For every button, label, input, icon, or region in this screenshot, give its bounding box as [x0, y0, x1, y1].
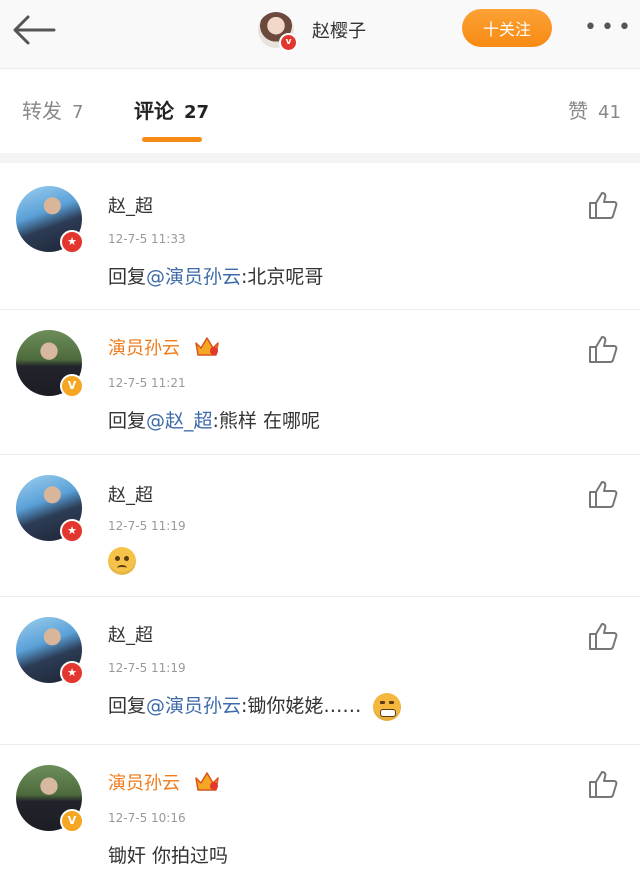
follow-button[interactable]: 十关注 [462, 9, 552, 47]
tab-count: 7 [72, 102, 84, 123]
tab-likes[interactable]: 赞 41 [568, 95, 621, 124]
avatar[interactable]: v [258, 12, 298, 52]
comment-text: 锄奸 你拍过吗 [108, 845, 229, 867]
tab-label: 评论 [134, 99, 174, 123]
crown-vip-icon [194, 772, 219, 791]
mention-link[interactable]: @赵_超 [146, 410, 213, 432]
comment-time: 12-7-5 11:21 [108, 376, 186, 390]
tab-repost[interactable]: 转发 7 [22, 95, 83, 124]
top-bar: v 赵樱子 十关注 ••• [0, 0, 640, 69]
tab-label: 转发 [22, 99, 62, 123]
back-arrow-icon[interactable] [10, 12, 58, 48]
avatar[interactable]: V [16, 330, 84, 398]
comment-time: 12-7-5 11:19 [108, 661, 186, 675]
comment-body: :北京呢哥 [241, 266, 324, 288]
thumb-up-icon[interactable] [587, 479, 619, 509]
verified-badge-icon: v [279, 33, 298, 52]
comment-author[interactable]: 演员孙云 [108, 769, 220, 795]
emoji-grimace-icon [373, 692, 402, 721]
tab-bar: 转发 7 评论 27 赞 41 [0, 69, 640, 163]
thumb-up-icon[interactable] [587, 334, 619, 364]
comment-item: V 演员孙云 12-7-5 10:16 锄奸 你拍过吗 [0, 745, 640, 885]
active-tab-indicator [142, 137, 202, 142]
emoji-sad-icon [108, 547, 136, 575]
tab-count: 41 [598, 102, 621, 123]
comment-item: ★ 赵_超 12-7-5 11:19 [0, 455, 640, 597]
comment-item: V 演员孙云 12-7-5 11:21 回复@赵_超:熊样 在哪呢 [0, 310, 640, 455]
comment-time: 12-7-5 10:16 [108, 811, 186, 825]
crown-vip-icon [194, 337, 219, 356]
verified-badge-icon: ★ [60, 519, 84, 543]
comment-author[interactable]: 赵_超 [108, 481, 153, 507]
verified-badge-icon: V [60, 374, 84, 398]
avatar[interactable]: V [16, 765, 84, 833]
comment-author[interactable]: 赵_超 [108, 192, 153, 218]
comment-item: ★ 赵_超 12-7-5 11:33 回复@演员孙云:北京呢哥 [0, 164, 640, 310]
comment-body: :熊样 在哪呢 [212, 410, 320, 432]
more-options-icon[interactable]: ••• [584, 17, 631, 39]
comment-author[interactable]: 演员孙云 [108, 334, 220, 360]
comment-emoji [108, 547, 136, 575]
thumb-up-icon[interactable] [587, 769, 619, 799]
tab-count: 27 [184, 102, 210, 123]
mention-link[interactable]: @演员孙云 [146, 695, 241, 717]
comment-author[interactable]: 赵_超 [108, 621, 153, 647]
mention-link[interactable]: @演员孙云 [146, 266, 241, 288]
author-name: 演员孙云 [108, 338, 180, 359]
avatar[interactable]: ★ [16, 617, 84, 685]
thumb-up-icon[interactable] [587, 190, 619, 220]
tab-label: 赞 [568, 99, 588, 123]
profile-header[interactable]: v 赵樱子 [258, 8, 366, 52]
comment-text: 回复@演员孙云:北京呢哥 [108, 262, 323, 289]
verified-badge-icon: ★ [60, 230, 84, 254]
comment-item: ★ 赵_超 12-7-5 11:19 回复@演员孙云:锄你姥姥…… [0, 597, 640, 745]
reply-prefix: 回复 [108, 266, 147, 288]
comment-body: :锄你姥姥…… [241, 695, 362, 717]
profile-name[interactable]: 赵樱子 [312, 17, 366, 43]
reply-prefix: 回复 [108, 410, 147, 432]
avatar[interactable]: ★ [16, 475, 84, 543]
thumb-up-icon[interactable] [587, 621, 619, 651]
comment-text: 回复@演员孙云:锄你姥姥…… [108, 691, 402, 721]
tab-comments[interactable]: 评论 27 [134, 95, 209, 124]
comment-time: 12-7-5 11:19 [108, 519, 186, 533]
reply-prefix: 回复 [108, 695, 147, 717]
verified-badge-icon: ★ [60, 661, 84, 685]
comment-time: 12-7-5 11:33 [108, 232, 186, 246]
comment-text: 回复@赵_超:熊样 在哪呢 [108, 406, 320, 433]
comment-list: ★ 赵_超 12-7-5 11:33 回复@演员孙云:北京呢哥 V 演员孙云 1… [0, 164, 640, 885]
avatar[interactable]: ★ [16, 186, 84, 254]
author-name: 演员孙云 [108, 773, 180, 794]
verified-badge-icon: V [60, 809, 84, 833]
